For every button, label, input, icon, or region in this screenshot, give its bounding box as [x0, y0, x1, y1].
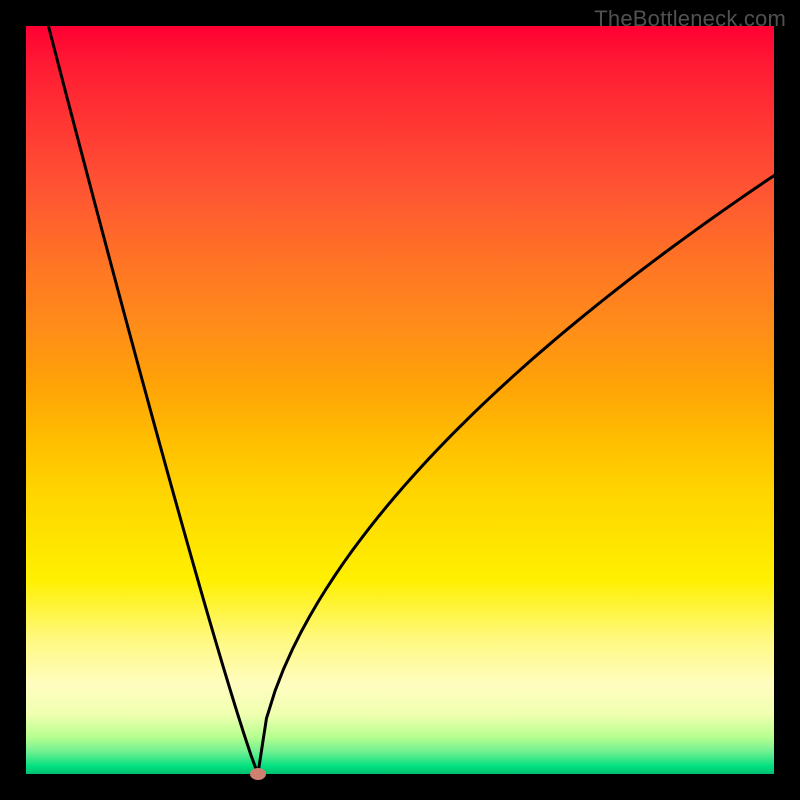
bottleneck-curve	[26, 26, 774, 774]
optimal-point-marker	[250, 768, 266, 780]
plot-area	[26, 26, 774, 774]
watermark-text: TheBottleneck.com	[594, 6, 786, 32]
